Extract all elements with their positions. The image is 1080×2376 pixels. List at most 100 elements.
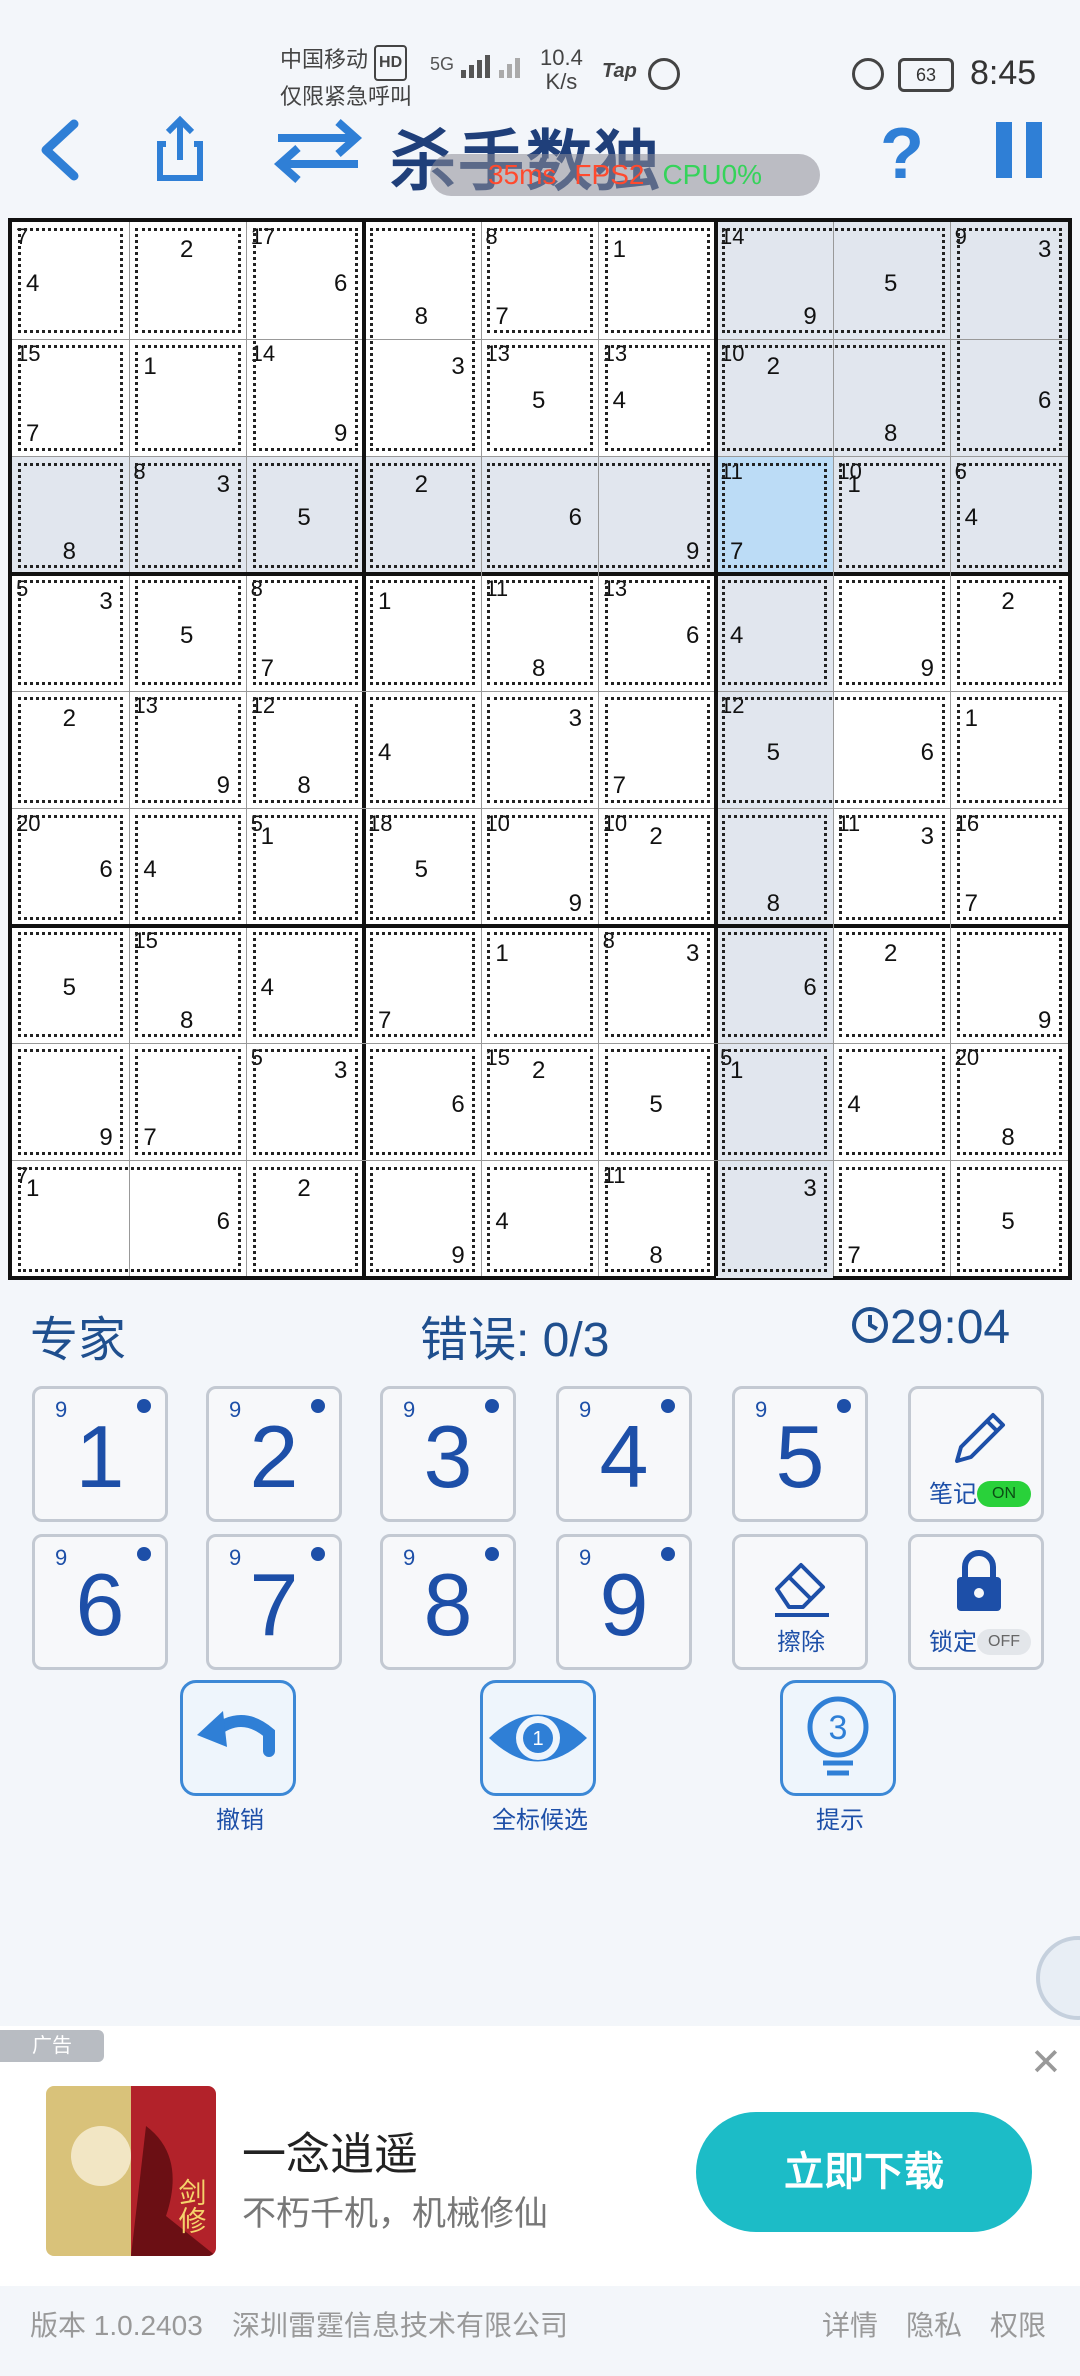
board-cell[interactable]: 11 7 xyxy=(716,456,834,574)
board-cell[interactable]: 13 6 xyxy=(599,574,716,691)
board-cell[interactable]: 7 xyxy=(599,691,716,808)
board-cell[interactable]: 6 xyxy=(364,1043,481,1160)
board-cell[interactable]: 4 xyxy=(716,574,834,692)
digit-6-button[interactable]: 96 xyxy=(32,1534,168,1670)
board-cell[interactable]: 64 xyxy=(950,456,1068,574)
board-cell[interactable]: 74 xyxy=(12,222,129,339)
board-cell[interactable]: 4 xyxy=(247,926,364,1043)
board-cell[interactable]: 11 3 xyxy=(833,809,950,926)
board-cell[interactable]: 6 xyxy=(481,456,599,574)
details-link[interactable]: 详情 xyxy=(822,2304,878,2344)
board-cell[interactable]: 71 xyxy=(12,1161,129,1278)
board-cell[interactable]: 9 xyxy=(833,574,950,691)
digit-3-button[interactable]: 93 xyxy=(380,1386,516,1522)
hint-button[interactable]: 3 xyxy=(780,1680,896,1796)
board-cell[interactable]: 87 xyxy=(481,222,598,339)
board-cell[interactable]: 12 8 xyxy=(247,691,364,808)
undo-button[interactable] xyxy=(180,1680,296,1796)
board-cell[interactable]: 53 xyxy=(12,574,129,691)
permissions-link[interactable]: 权限 xyxy=(990,2304,1046,2344)
board-cell[interactable]: 9 xyxy=(598,456,716,574)
board-cell[interactable]: 12 5 xyxy=(716,691,834,809)
board-cell[interactable]: 5 xyxy=(129,574,246,691)
digit-2-button[interactable]: 92 xyxy=(206,1386,342,1522)
help-button[interactable]: ? xyxy=(862,110,942,194)
board-cell[interactable]: 93 xyxy=(950,222,1068,340)
board-cell[interactable]: 2 xyxy=(951,574,1068,691)
board-cell[interactable]: 10 1 xyxy=(833,456,951,574)
board-cell[interactable]: 7 xyxy=(364,926,481,1043)
digit-9-button[interactable]: 99 xyxy=(556,1534,692,1670)
board-cell[interactable]: 4 xyxy=(364,691,481,808)
board-cell[interactable]: 51 xyxy=(716,1043,834,1161)
board-cell[interactable]: 13 4 xyxy=(599,339,716,456)
board-cell[interactable]: 2 xyxy=(247,1161,364,1278)
board-cell[interactable]: 3 xyxy=(716,1160,834,1278)
board-cell[interactable]: 15 7 xyxy=(12,339,129,456)
board-cell[interactable]: 15 8 xyxy=(129,926,246,1043)
board-cell[interactable]: 20 6 xyxy=(12,809,129,926)
lock-button[interactable]: 锁定 OFF xyxy=(908,1534,1044,1670)
privacy-link[interactable]: 隐私 xyxy=(906,2304,962,2344)
board-cell[interactable]: 1 xyxy=(129,339,246,456)
board-cell[interactable]: 3 xyxy=(364,339,481,456)
board-cell[interactable]: 5 xyxy=(951,1161,1068,1278)
board-cell[interactable]: 6 xyxy=(833,691,950,808)
ad-download-button[interactable]: 立即下载 xyxy=(696,2112,1032,2232)
board-cell[interactable]: 53 xyxy=(247,1043,364,1160)
board-cell[interactable]: 2 xyxy=(364,456,482,574)
board-cell[interactable]: 7 xyxy=(129,1043,246,1160)
board-cell[interactable]: 4 xyxy=(129,809,246,926)
share-button[interactable] xyxy=(140,110,220,190)
board-cell[interactable]: 83 xyxy=(599,926,716,1043)
board-cell[interactable]: 87 xyxy=(247,574,364,691)
board-cell[interactable]: 14 9 xyxy=(247,339,364,456)
board-cell[interactable]: 1 xyxy=(364,574,481,691)
board-cell[interactable]: 6 xyxy=(950,339,1068,457)
board-cell[interactable]: 9 xyxy=(364,1161,481,1278)
digit-8-button[interactable]: 98 xyxy=(380,1534,516,1670)
lock-toggle[interactable]: OFF xyxy=(977,1629,1031,1655)
board-cell[interactable]: 4 xyxy=(833,1043,950,1160)
notes-button[interactable]: 笔记 ON xyxy=(908,1386,1044,1522)
board-cell[interactable]: 10 2 xyxy=(716,339,834,457)
board-cell[interactable]: 8 xyxy=(12,456,130,574)
board-cell[interactable]: 11 8 xyxy=(481,574,598,691)
board-cell[interactable]: 13 9 xyxy=(129,691,246,808)
digit-1-button[interactable]: 91 xyxy=(32,1386,168,1522)
board-cell[interactable]: 18 5 xyxy=(364,809,481,926)
erase-button[interactable]: 擦除 xyxy=(732,1534,868,1670)
board-cell[interactable]: 6 xyxy=(716,926,834,1044)
board-cell[interactable]: 16 7 xyxy=(951,809,1068,926)
digit-7-button[interactable]: 97 xyxy=(206,1534,342,1670)
board-cell[interactable]: 8 xyxy=(716,808,834,926)
board-cell[interactable]: 8 xyxy=(364,222,481,339)
board-cell[interactable]: 9 xyxy=(951,926,1068,1043)
board-cell[interactable]: 14 9 xyxy=(716,222,834,340)
board-cell[interactable]: 20 8 xyxy=(951,1043,1068,1160)
back-button[interactable] xyxy=(22,110,102,190)
board-cell[interactable]: 2 xyxy=(833,926,950,1043)
floating-assistant-button[interactable] xyxy=(1036,1936,1080,2020)
board-cell[interactable]: 5 xyxy=(599,1043,716,1160)
ad-game-image[interactable]: 剑修 xyxy=(46,2086,216,2256)
pause-button[interactable] xyxy=(982,110,1062,190)
switch-button[interactable] xyxy=(268,110,368,190)
board-cell[interactable]: 1 xyxy=(599,222,716,339)
board-cell[interactable]: 4 xyxy=(481,1161,598,1278)
candidates-button[interactable]: 1 xyxy=(480,1680,596,1796)
board-cell[interactable]: 17 6 xyxy=(247,222,364,339)
board-cell[interactable]: 3 xyxy=(481,691,598,808)
board-cell[interactable]: 6 xyxy=(129,1161,246,1278)
board-cell[interactable]: 51 xyxy=(247,809,364,926)
board-cell[interactable]: 5 xyxy=(246,456,364,574)
digit-4-button[interactable]: 94 xyxy=(556,1386,692,1522)
close-icon[interactable]: ✕ xyxy=(1030,2040,1062,2085)
board-cell[interactable]: 9 xyxy=(12,1043,129,1160)
board-cell[interactable]: 13 5 xyxy=(481,339,598,456)
board-cell[interactable]: 2 xyxy=(12,691,129,808)
board-cell[interactable]: 1 xyxy=(481,926,598,1043)
board-cell[interactable]: 5 xyxy=(12,926,129,1043)
board-cell[interactable]: 8 xyxy=(833,339,951,457)
board-cell[interactable]: 15 2 xyxy=(481,1043,598,1160)
